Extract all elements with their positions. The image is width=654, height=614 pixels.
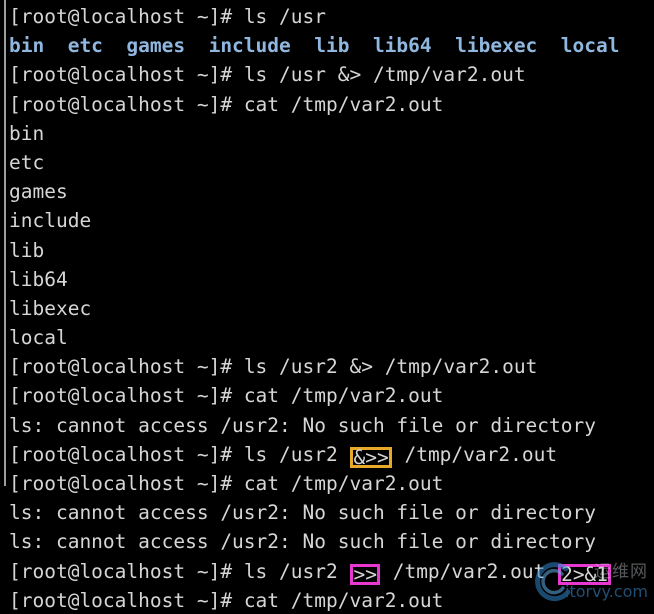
command-text: cat /tmp/var2.out — [243, 588, 444, 612]
terminal-output-line: local — [9, 323, 654, 352]
command-text: ls /usr — [243, 5, 326, 28]
output-text: ls: cannot access /usr2: No such file or… — [9, 413, 596, 437]
terminal-command-line: [root@localhost ~]# ls /usr2 &> /tmp/var… — [9, 352, 654, 381]
terminal-command-line: [root@localhost ~]# ls /usr &> /tmp/var2… — [9, 60, 654, 89]
terminal-output-line: ls: cannot access /usr2: No such file or… — [9, 527, 654, 556]
terminal-command-line: [root@localhost ~]# ls /usr — [9, 2, 654, 31]
terminal-output-line: include — [9, 206, 654, 235]
command-text: /tmp/var2.out — [380, 559, 558, 583]
shell-prompt: [root@localhost ~]# — [9, 559, 244, 583]
shell-prompt: [root@localhost ~]# — [9, 472, 244, 495]
output-text: games — [9, 180, 68, 204]
shell-prompt: [root@localhost ~]# — [9, 442, 244, 466]
shell-prompt: [root@localhost ~]# — [9, 92, 244, 116]
output-text: lib — [9, 238, 45, 262]
terminal-output-line: lib64 — [9, 265, 654, 294]
directory-names: bin etc games include lib lib64 libexec … — [9, 34, 620, 58]
output-text: local — [9, 326, 68, 350]
terminal-output-line: games — [9, 177, 654, 206]
terminal-output-line: ls: cannot access /usr2: No such file or… — [9, 498, 654, 527]
terminal-screen[interactable]: [root@localhost ~]# ls /usr bin etc games… — [0, 0, 654, 614]
terminal-output-line: ls: cannot access /usr2: No such file or… — [9, 411, 654, 440]
command-text: ls /usr2 — [243, 559, 350, 583]
terminal-output-line: bin — [9, 119, 654, 148]
command-text: ls /usr &> /tmp/var2.out — [243, 63, 526, 87]
command-text: cat /tmp/var2.out — [243, 92, 444, 116]
output-text: ls: cannot access /usr2: No such file or… — [9, 501, 596, 525]
output-text: libexec — [9, 296, 92, 320]
highlight-box-append-operator: >> — [350, 564, 379, 585]
shell-prompt: [root@localhost ~]# — [9, 355, 244, 379]
shell-prompt: [root@localhost ~]# — [9, 5, 244, 28]
output-text: etc — [9, 150, 45, 174]
command-text: cat /tmp/var2.out — [243, 472, 444, 495]
output-text: bin — [9, 121, 45, 145]
terminal-output-line: libexec — [9, 294, 654, 323]
command-text: /tmp/var2.out — [392, 442, 558, 466]
terminal-command-line: [root@localhost ~]# cat /tmp/var2.out — [9, 90, 654, 119]
terminal-directory-listing: bin etc games include lib lib64 libexec … — [9, 31, 654, 60]
terminal-window[interactable]: [root@localhost ~]# ls /usr bin etc games… — [0, 0, 654, 614]
shell-prompt: [root@localhost ~]# — [9, 588, 244, 612]
output-text: ls: cannot access /usr2: No such file or… — [9, 530, 596, 554]
shell-prompt: [root@localhost ~]# — [9, 63, 244, 87]
command-text: ls /usr2 &> /tmp/var2.out — [243, 355, 538, 379]
output-text: include — [9, 209, 92, 233]
command-text: cat /tmp/var2.out — [243, 384, 444, 408]
terminal-command-line: [root@localhost ~]# cat /tmp/var2.out — [9, 381, 654, 410]
terminal-output-line: etc — [9, 148, 654, 177]
output-text: lib64 — [9, 267, 68, 291]
terminal-command-line-annotated: [root@localhost ~]# ls /usr2 &>> /tmp/va… — [9, 440, 654, 469]
highlight-box-redirect-operator: &>> — [350, 447, 391, 468]
terminal-output-line: lib — [9, 236, 654, 265]
command-text: ls /usr2 — [243, 442, 350, 466]
highlight-box-stderr-redirect: 2>&1 — [558, 564, 611, 585]
terminal-command-line: [root@localhost ~]# cat /tmp/var2.out — [9, 469, 654, 498]
terminal-command-line-annotated: [root@localhost ~]# ls /usr2 >> /tmp/var… — [9, 557, 654, 586]
terminal-command-line: [root@localhost ~]# cat /tmp/var2.out — [9, 586, 654, 614]
shell-prompt: [root@localhost ~]# — [9, 384, 244, 408]
